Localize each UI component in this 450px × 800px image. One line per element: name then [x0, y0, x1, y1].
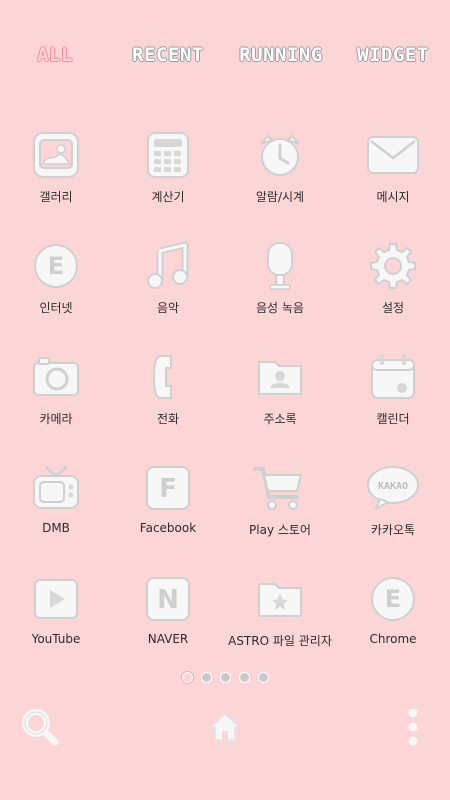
app-settings[interactable]: 설정 — [337, 239, 449, 339]
home-button[interactable] — [201, 705, 249, 753]
settings-icon — [366, 239, 420, 293]
app-label: DMB — [42, 521, 70, 535]
app-gallery[interactable]: 갤러리 — [0, 128, 112, 228]
music-icon — [141, 239, 195, 293]
camera-icon — [29, 350, 83, 404]
app-facebook[interactable]: F Facebook — [112, 461, 224, 561]
facebook-glyph: F — [159, 474, 177, 504]
page-dot-4[interactable] — [238, 672, 250, 683]
search-icon — [20, 707, 60, 751]
bottom-bar — [0, 705, 450, 753]
app-contacts[interactable]: 주소록 — [224, 350, 336, 450]
home-icon — [208, 710, 242, 748]
naver-icon: N — [141, 572, 195, 626]
tab-all[interactable]: ALL — [0, 44, 110, 66]
more-vertical-icon — [407, 707, 419, 751]
app-label: 인터넷 — [39, 301, 73, 315]
alarm-clock-icon — [253, 128, 307, 182]
tab-running[interactable]: RUNNING — [226, 44, 336, 66]
tab-recent[interactable]: RECENT — [113, 44, 223, 66]
app-label: Chrome — [369, 632, 417, 646]
app-label: Play 스토어 — [249, 523, 311, 537]
gallery-icon — [29, 128, 83, 182]
message-icon — [366, 128, 420, 182]
chrome-glyph: E — [385, 585, 401, 613]
app-calculator[interactable]: 계산기 — [112, 128, 224, 228]
facebook-icon: F — [141, 461, 195, 515]
page-dot-2[interactable] — [200, 672, 212, 683]
chrome-icon: E — [366, 572, 420, 626]
phone-icon — [141, 350, 195, 404]
tv-icon — [29, 461, 83, 515]
app-kakaotalk[interactable]: KAKAO 카카오톡 — [337, 461, 449, 561]
app-label: Facebook — [139, 521, 197, 535]
app-label: ASTRO 파일 관리자 — [228, 634, 332, 648]
app-label: 설정 — [381, 301, 405, 315]
youtube-icon — [29, 572, 83, 626]
app-label: 메시지 — [376, 190, 410, 204]
tab-bar: ALL RECENT RUNNING WIDGET — [0, 44, 450, 76]
app-label: 카카오톡 — [370, 523, 416, 537]
page-dot-3[interactable] — [219, 672, 231, 683]
app-label: 주소록 — [263, 412, 297, 426]
contacts-icon — [253, 350, 307, 404]
file-manager-icon — [253, 572, 307, 626]
app-dmb[interactable]: DMB — [0, 461, 112, 561]
voice-recorder-icon — [253, 239, 307, 293]
app-astro-file-manager[interactable]: ASTRO 파일 관리자 — [224, 572, 336, 672]
search-button[interactable] — [16, 705, 64, 753]
app-label: NAVER — [147, 632, 189, 646]
app-label: 알람/시계 — [255, 190, 305, 204]
app-label: 카메라 — [39, 412, 73, 426]
app-naver[interactable]: N NAVER — [112, 572, 224, 672]
app-label: 계산기 — [151, 190, 185, 204]
more-button[interactable] — [389, 705, 437, 753]
app-phone[interactable]: 전화 — [112, 350, 224, 450]
calendar-icon — [366, 350, 420, 404]
app-message[interactable]: 메시지 — [337, 128, 449, 228]
page-dot-1[interactable] — [181, 672, 193, 683]
page-indicator — [0, 667, 450, 683]
app-calendar[interactable]: 캘린더 — [337, 350, 449, 450]
app-label: 전화 — [156, 412, 180, 426]
app-label: 음성 녹음 — [256, 301, 304, 315]
app-chrome[interactable]: E Chrome — [337, 572, 449, 672]
app-camera[interactable]: 카메라 — [0, 350, 112, 450]
app-alarm-clock[interactable]: 알람/시계 — [224, 128, 336, 228]
app-play-store[interactable]: Play 스토어 — [224, 461, 336, 561]
app-label: 갤러리 — [39, 190, 73, 204]
app-label: 음악 — [156, 301, 180, 315]
app-youtube[interactable]: YouTube — [0, 572, 112, 672]
page-dot-5[interactable] — [257, 672, 269, 683]
naver-glyph: N — [157, 585, 179, 615]
internet-glyph: E — [48, 252, 64, 280]
app-label: YouTube — [31, 632, 81, 646]
app-voice-recorder[interactable]: 음성 녹음 — [224, 239, 336, 339]
kakao-icon: KAKAO — [366, 461, 420, 515]
shopping-cart-icon — [253, 461, 307, 515]
app-music[interactable]: 음악 — [112, 239, 224, 339]
calculator-icon — [141, 128, 195, 182]
app-label: 캘린더 — [376, 412, 410, 426]
app-internet[interactable]: E 인터넷 — [0, 239, 112, 339]
internet-icon: E — [29, 239, 83, 293]
tab-widget[interactable]: WIDGET — [338, 44, 448, 66]
kakao-glyph: KAKAO — [378, 481, 408, 492]
